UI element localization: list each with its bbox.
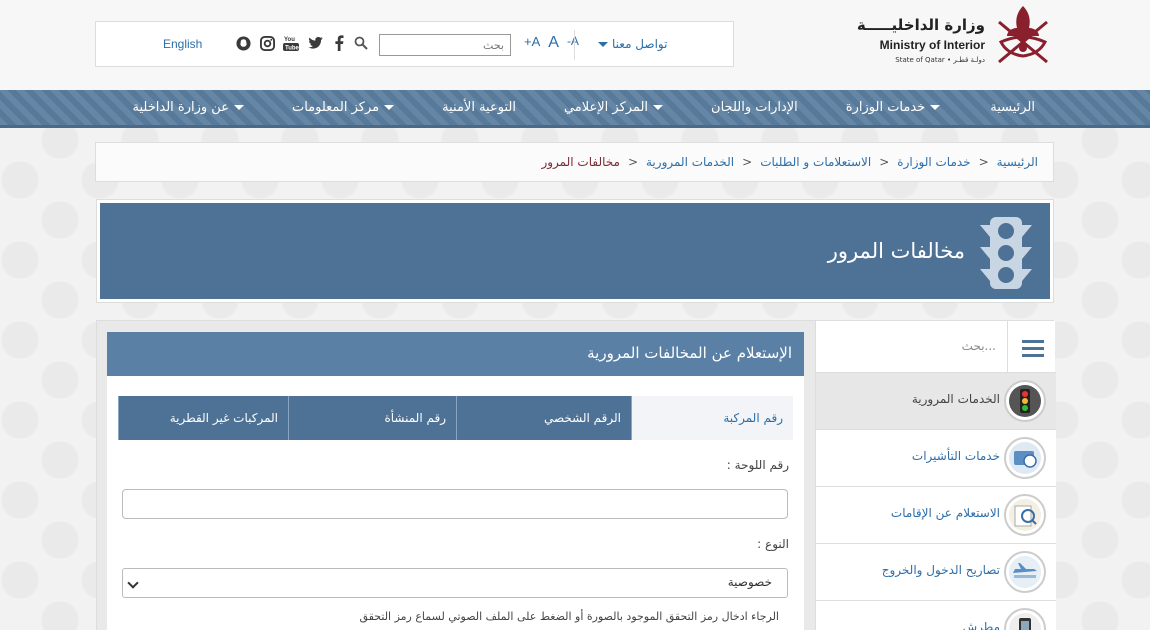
search-icon[interactable] xyxy=(354,36,368,50)
tab-vehicle-number[interactable]: رقم المركبة xyxy=(631,396,793,440)
sidebar-search-placeholder: بحث... xyxy=(961,339,996,353)
tab-establishment-number[interactable]: رقم المنشأة xyxy=(288,396,456,440)
breadcrumb-separator: > xyxy=(879,155,890,169)
utility-bar: English You Tube +A A -A تواصل معنا xyxy=(95,21,734,67)
svg-text:Tube: Tube xyxy=(285,46,299,52)
nav-item-departments[interactable]: الإدارات واللجان xyxy=(711,100,798,115)
breadcrumb-separator: > xyxy=(978,155,989,169)
sidebar-search[interactable]: بحث... xyxy=(816,321,1056,373)
nav-item-about[interactable]: عن وزارة الداخلية xyxy=(133,100,244,115)
font-size-controls: +A A -A xyxy=(524,34,579,52)
utility-divider xyxy=(574,30,575,60)
font-decrease-button[interactable]: -A xyxy=(567,34,579,52)
breadcrumb-separator: > xyxy=(627,155,638,169)
sidebar-item-residency-inquiry[interactable]: الاستعلام عن الإقامات xyxy=(816,487,1056,544)
traffic-light-icon xyxy=(1004,380,1046,422)
instagram-icon[interactable] xyxy=(258,34,276,52)
contact-dropdown[interactable]: تواصل معنا xyxy=(598,37,667,51)
sidebar-item-metrash[interactable]: مطرش xyxy=(816,601,1056,630)
facebook-icon[interactable] xyxy=(330,34,348,52)
content-area: الإستعلام عن المخالفات المرورية رقم المر… xyxy=(96,320,1056,630)
sidebar-item-label: مطرش xyxy=(962,620,1000,630)
residency-icon xyxy=(1004,494,1046,536)
panel-header: الإستعلام عن المخالفات المرورية xyxy=(107,332,804,376)
logo-country-text: State of Qatar • دولـة قطـر xyxy=(895,56,985,64)
breadcrumb-inquiries[interactable]: الاستعلامات و الطلبات xyxy=(760,155,871,169)
sidebar-item-traffic-services[interactable]: الخدمات المرورية xyxy=(816,373,1056,430)
nav-item-media-center[interactable]: المركز الإعلامي xyxy=(564,100,664,115)
chevron-down-icon xyxy=(127,577,139,589)
breadcrumb-traffic-services[interactable]: الخدمات المرورية xyxy=(646,155,734,169)
qatar-emblem-icon xyxy=(998,6,1048,64)
nav-item-home[interactable]: الرئيسية xyxy=(990,100,1035,115)
chevron-down-icon xyxy=(653,105,664,110)
inquiry-panel: الإستعلام عن المخالفات المرورية رقم المر… xyxy=(107,332,804,630)
tab-non-qatari-vehicles[interactable]: المركبات غير القطرية xyxy=(118,396,288,440)
sidebar-item-visa-services[interactable]: خدمات التأشيرات xyxy=(816,430,1056,487)
twitter-icon[interactable] xyxy=(306,34,324,52)
chevron-down-icon xyxy=(598,41,608,47)
logo-english-text: Ministry of Interior xyxy=(879,38,985,52)
breadcrumb-separator: > xyxy=(742,155,753,169)
plate-number-label: رقم اللوحة : xyxy=(726,458,789,472)
page-banner: مخالفات المرور xyxy=(96,199,1054,303)
sidebar-item-label: الخدمات المرورية xyxy=(911,392,1000,406)
logo-arabic-text: وزارة الداخليـــــة xyxy=(856,16,985,34)
moi-logo[interactable]: وزارة الداخليـــــة Ministry of Interior… xyxy=(857,2,1055,70)
breadcrumb-home[interactable]: الرئيسية xyxy=(997,155,1038,169)
inquiry-tabs: رقم المركبة الرقم الشخصي رقم المنشأة الم… xyxy=(118,396,793,440)
vehicle-type-select[interactable]: خصوصية xyxy=(122,568,788,598)
contact-label: تواصل معنا xyxy=(612,37,668,51)
main-navigation: الرئيسية خدمات الوزارة الإدارات واللجان … xyxy=(0,90,1150,128)
chevron-down-icon xyxy=(233,105,244,110)
svg-text:You: You xyxy=(284,37,295,43)
breadcrumb-ministry-services[interactable]: خدمات الوزارة xyxy=(897,155,970,169)
sidebar-search-divider xyxy=(1007,321,1008,373)
breadcrumb: الرئيسية > خدمات الوزارة > الاستعلامات و… xyxy=(95,142,1054,182)
font-normal-button[interactable]: A xyxy=(548,34,559,52)
english-link[interactable]: English xyxy=(163,37,202,51)
type-label: النوع : xyxy=(757,537,789,551)
social-links: You Tube xyxy=(234,34,348,52)
nav-item-info-center[interactable]: مركز المعلومات xyxy=(292,100,395,115)
captcha-note: الرجاء ادخال رمز التحقق الموجود بالصورة … xyxy=(359,610,779,623)
visa-icon xyxy=(1004,437,1046,479)
airplane-icon xyxy=(1004,551,1046,593)
metrash-icon xyxy=(1004,608,1046,630)
nav-item-security-awareness[interactable]: التوعية الأمنية xyxy=(442,100,516,115)
hamburger-menu-icon[interactable] xyxy=(1022,339,1044,357)
chevron-down-icon xyxy=(930,105,941,110)
search-input[interactable] xyxy=(379,34,511,56)
chevron-down-icon xyxy=(384,105,395,110)
breadcrumb-current: مخالفات المرور xyxy=(541,155,620,169)
sidebar-item-label: الاستعلام عن الإقامات xyxy=(890,506,1000,520)
sidebar-item-entry-exit-permits[interactable]: تصاريح الدخول والخروج xyxy=(816,544,1056,601)
snapchat-icon[interactable] xyxy=(234,34,252,52)
font-increase-button[interactable]: +A xyxy=(524,34,540,52)
vehicle-type-value: خصوصية xyxy=(727,575,772,589)
tab-personal-number[interactable]: الرقم الشخصي xyxy=(456,396,631,440)
panel-title: الإستعلام عن المخالفات المرورية xyxy=(587,344,792,362)
services-sidebar: بحث... الخدمات المرورية خدمات التأشيرات … xyxy=(815,321,1056,630)
sidebar-item-label: تصاريح الدخول والخروج xyxy=(881,563,1000,577)
plate-number-input[interactable] xyxy=(122,489,788,519)
traffic-light-icon xyxy=(980,217,1032,289)
nav-item-ministry-services[interactable]: خدمات الوزارة xyxy=(846,100,941,115)
sidebar-item-label: خدمات التأشيرات xyxy=(911,449,1000,463)
page-title: مخالفات المرور xyxy=(827,239,965,263)
youtube-icon[interactable]: You Tube xyxy=(282,34,300,52)
